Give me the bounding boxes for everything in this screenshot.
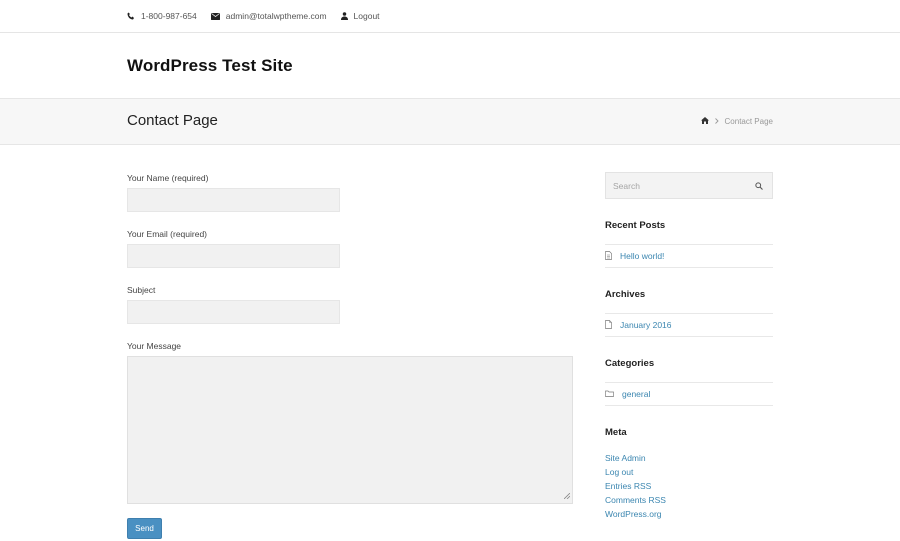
phone-number: 1-800-987-654 (141, 11, 197, 21)
sidebar: Search Recent Posts Hello world! Archive… (605, 172, 773, 521)
subject-label: Subject (127, 285, 156, 295)
recent-posts-list-item[interactable]: Hello world! (605, 244, 773, 268)
site-title[interactable]: WordPress Test Site (127, 56, 293, 76)
contact-form: Your Name (required) Your Email (require… (127, 173, 573, 539)
subject-field[interactable] (127, 300, 340, 324)
message-textarea[interactable] (127, 356, 573, 504)
search-icon[interactable] (755, 182, 763, 192)
archives-title: Archives (605, 289, 646, 300)
envelope-icon (210, 12, 220, 20)
name-field[interactable] (127, 188, 340, 212)
meta-link-comments-rss[interactable]: Comments RSS (605, 495, 666, 505)
name-label: Your Name (required) (127, 173, 209, 183)
top-bar-contact-info: 1-800-987-654 admin@totalwptheme.com Log… (127, 11, 380, 21)
archives-list-item[interactable]: January 2016 (605, 313, 773, 337)
categories-title: Categories (605, 358, 655, 369)
archive-link[interactable]: January 2016 (620, 320, 672, 330)
email-item[interactable]: admin@totalwptheme.com (210, 11, 327, 21)
document-icon (605, 250, 612, 262)
categories-list-item[interactable]: general (605, 382, 773, 406)
meta-links-list: Site Admin Log out Entries RSS Comments … (605, 451, 773, 521)
breadcrumb-separator-icon (714, 117, 719, 126)
logout-link[interactable]: Logout (354, 11, 380, 21)
meta-link-entries-rss[interactable]: Entries RSS (605, 481, 651, 491)
meta-link-wordpress-org[interactable]: WordPress.org (605, 509, 662, 519)
user-icon (340, 12, 348, 20)
recent-post-link[interactable]: Hello world! (620, 251, 664, 261)
logout-item[interactable]: Logout (340, 11, 380, 21)
page-title: Contact Page (127, 112, 218, 129)
breadcrumb: Contact Page (700, 117, 773, 126)
message-label: Your Message (127, 341, 182, 351)
meta-title: Meta (605, 427, 627, 438)
top-bar: 1-800-987-654 admin@totalwptheme.com Log… (0, 0, 900, 33)
category-link[interactable]: general (622, 389, 650, 399)
phone-icon (127, 12, 135, 20)
search-input[interactable]: Search (605, 172, 773, 199)
breadcrumb-current: Contact Page (724, 117, 773, 126)
resize-handle-icon[interactable] (563, 491, 571, 501)
email-field[interactable] (127, 244, 340, 268)
site-header: WordPress Test Site (0, 33, 900, 99)
phone-item: 1-800-987-654 (127, 11, 197, 21)
meta-link-site-admin[interactable]: Site Admin (605, 453, 646, 463)
recent-posts-title: Recent Posts (605, 220, 666, 231)
email-link[interactable]: admin@totalwptheme.com (226, 11, 327, 21)
send-button[interactable]: Send (127, 518, 162, 539)
search-placeholder: Search (613, 180, 640, 191)
page-header: Contact Page Contact Page (0, 99, 900, 145)
meta-link-log-out[interactable]: Log out (605, 467, 633, 477)
folder-icon (605, 389, 614, 399)
file-icon (605, 319, 612, 331)
email-label: Your Email (required) (127, 229, 207, 239)
home-icon[interactable] (700, 117, 709, 126)
